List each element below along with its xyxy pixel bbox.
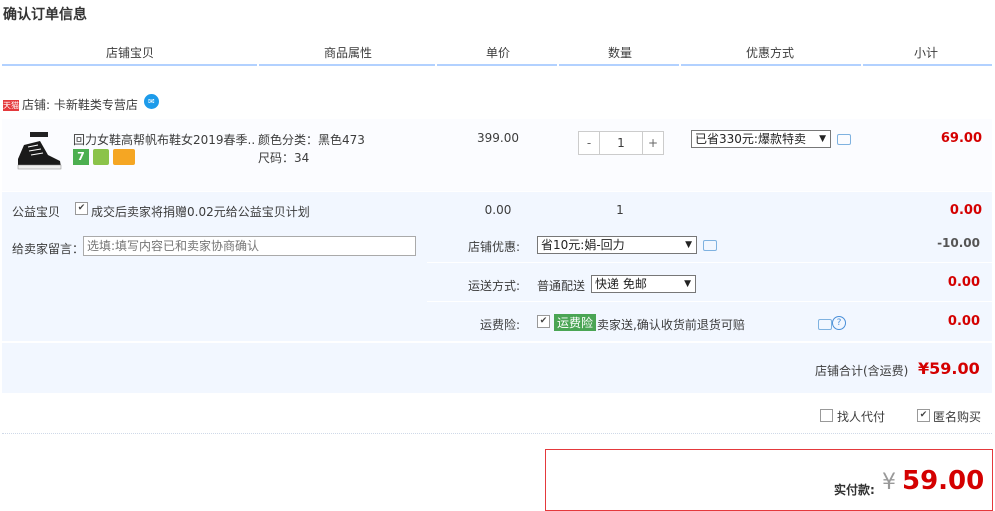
- product-title-link[interactable]: 回力女鞋高帮帆布鞋女2019春季...: [73, 131, 255, 148]
- qty-minus-button[interactable]: -: [579, 132, 599, 154]
- insurance-chat-icon[interactable]: [818, 319, 832, 330]
- col-attributes: 商品属性: [323, 46, 372, 60]
- insurance-checkbox[interactable]: ✔: [537, 315, 550, 328]
- item-row: [2, 119, 992, 191]
- chevron-down-icon: ▼: [684, 279, 691, 289]
- chevron-down-icon: ▼: [819, 134, 826, 144]
- charity-subtotal: 0.00: [949, 203, 982, 218]
- promo-select-value: 已省330元:爆款特卖: [695, 132, 806, 146]
- pay-amount: 59.00: [902, 466, 985, 496]
- row-separator: [427, 262, 992, 263]
- header-divider: [2, 64, 257, 66]
- proxy-pay-label[interactable]: 找人代付: [837, 408, 885, 425]
- shop-total-label: 店铺合计(含运费): [815, 364, 909, 378]
- shipping-select[interactable]: 快递 免邮 ▼: [591, 275, 696, 293]
- charity-label: 公益宝贝: [12, 205, 61, 219]
- shop-line: 天猫 店铺: 卡新鞋类专营店 ✉: [3, 94, 159, 113]
- shop-discount-value: 省10元:娟-回力: [541, 238, 625, 252]
- product-thumbnail[interactable]: [14, 131, 64, 173]
- row-separator: [427, 301, 992, 302]
- anonymous-checkbox[interactable]: ✔: [917, 409, 930, 422]
- charity-qty: 1: [616, 203, 624, 217]
- shipping-value: 快递 免邮: [595, 277, 647, 291]
- qty-plus-button[interactable]: +: [643, 132, 663, 154]
- charity-text: 成交后卖家将捐赠0.02元给公益宝贝计划: [91, 205, 310, 219]
- item-subtotal: 69.00: [940, 131, 982, 146]
- shipping-type: 普通配送: [537, 279, 586, 293]
- col-shop-item: 店铺宝贝: [105, 46, 154, 60]
- discount-chat-icon[interactable]: [703, 240, 717, 251]
- col-discount: 优惠方式: [745, 46, 794, 60]
- insurance-text: 卖家送,确认收货前退货可赔: [597, 318, 745, 332]
- insurance-badge: 运费险: [554, 314, 597, 331]
- tmall-badge-icon: 天猫: [3, 100, 19, 111]
- attr-size: 尺码：34: [258, 151, 310, 165]
- promo-select[interactable]: 已省330元:爆款特卖 ▼: [691, 130, 831, 148]
- shop-discount-select[interactable]: 省10元:娟-回力 ▼: [537, 236, 697, 254]
- shop-discount-label: 店铺优惠:: [468, 240, 521, 254]
- quantity-stepper: - 1 +: [578, 131, 664, 155]
- seven-day-return-icon[interactable]: 7: [73, 149, 89, 165]
- insurance-amount: 0.00: [947, 314, 980, 329]
- attr-color: 颜色分类：黑色473: [258, 133, 365, 147]
- message-input[interactable]: [83, 236, 416, 256]
- promo-chat-icon[interactable]: [837, 134, 851, 145]
- header-divider: [437, 64, 557, 66]
- wangwang-chat-icon[interactable]: ✉: [143, 94, 159, 109]
- shop-name[interactable]: 店铺: 卡新鞋类专营店: [22, 98, 138, 112]
- unit-price: 399.00: [477, 131, 519, 145]
- shop-total-value: ¥59.00: [918, 359, 980, 378]
- qty-input[interactable]: 1: [599, 132, 643, 154]
- proxy-pay-checkbox[interactable]: [820, 409, 833, 422]
- pay-label: 实付款:: [834, 483, 875, 497]
- service-icons: 7: [73, 149, 135, 165]
- shipping-amount: 0.00: [947, 275, 980, 290]
- col-subtotal: 小计: [913, 46, 938, 60]
- insurance-label: 运费险:: [480, 318, 521, 332]
- chevron-down-icon: ▼: [685, 240, 692, 250]
- shop-discount-amount: -10.00: [937, 236, 980, 250]
- col-unit-price: 单价: [485, 46, 510, 60]
- help-question-icon[interactable]: ?: [832, 316, 846, 330]
- header-divider: [259, 64, 435, 66]
- header-divider: [681, 64, 861, 66]
- message-label: 给卖家留言：: [12, 242, 85, 256]
- header-divider: [863, 64, 992, 66]
- credit-card-icon[interactable]: [113, 149, 135, 165]
- header-divider: [559, 64, 679, 66]
- dotted-divider: [2, 433, 992, 434]
- pay-currency: ¥: [882, 470, 896, 495]
- col-quantity: 数量: [607, 46, 632, 60]
- anonymous-label[interactable]: 匿名购买: [933, 408, 981, 425]
- guarantee-icon[interactable]: [93, 149, 109, 165]
- charity-checkbox[interactable]: ✔: [75, 202, 88, 215]
- page-title: 确认订单信息: [3, 7, 87, 23]
- shipping-label: 运送方式:: [468, 279, 521, 293]
- charity-price: 0.00: [484, 203, 512, 217]
